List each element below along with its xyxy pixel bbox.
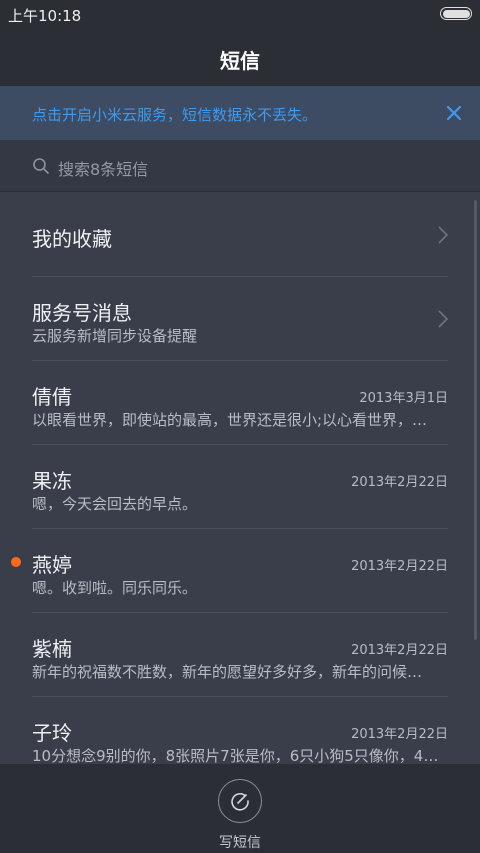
cloud-service-banner[interactable]: 点击开启小米云服务，短信数据永不丢失。 — [0, 86, 480, 140]
search-input[interactable]: 搜索8条短信 — [58, 156, 148, 180]
list-item-name: 子玲 — [32, 721, 72, 745]
list-item-preview: 10分想念9别的你，8张照片7张是你，6只小狗5只像你，4… — [32, 747, 439, 764]
list-item-favorites[interactable]: 我的收藏 — [0, 193, 480, 277]
list-item-date: 2013年3月1日 — [359, 391, 448, 406]
list-item-preview: 嗯，今天会回去的早点。 — [32, 495, 198, 513]
list-item-preview: 嗯。收到啦。同乐同乐。 — [32, 579, 198, 597]
title-bar: 短信 — [0, 28, 480, 86]
list-item-conversation[interactable]: 燕婷 2013年2月22日 嗯。收到啦。同乐同乐。 — [0, 529, 480, 613]
close-icon[interactable] — [440, 99, 468, 127]
list-item-date: 2013年2月22日 — [351, 475, 448, 490]
chevron-right-icon — [438, 226, 449, 244]
compose-icon — [231, 793, 249, 811]
list-item-name: 倩倩 — [32, 385, 72, 409]
scrollbar[interactable] — [474, 200, 477, 640]
compose-label[interactable]: 写短信 — [0, 832, 480, 852]
conversation-list[interactable]: 我的收藏 服务号消息 云服务新增同步设备提醒 倩倩 2013年3月1日 以眼看世… — [0, 193, 480, 764]
list-item-name: 果冻 — [32, 469, 72, 493]
list-item-name: 燕婷 — [32, 553, 72, 577]
list-item-conversation[interactable]: 果冻 2013年2月22日 嗯，今天会回去的早点。 — [0, 445, 480, 529]
list-item-preview: 以眼看世界，即使站的最高，世界还是很小;以心看世界，… — [32, 411, 428, 429]
compose-button[interactable] — [218, 779, 262, 823]
list-item-name: 紫楠 — [32, 637, 72, 661]
banner-text[interactable]: 点击开启小米云服务，短信数据永不丢失。 — [32, 104, 317, 125]
list-item-name: 我的收藏 — [32, 227, 112, 251]
unread-dot — [11, 557, 21, 567]
list-item-service-messages[interactable]: 服务号消息 云服务新增同步设备提醒 — [0, 277, 480, 361]
list-item-conversation[interactable]: 紫楠 2013年2月22日 新年的祝福数不胜数，新年的愿望好多好多，新年的问候… — [0, 613, 480, 697]
list-item-conversation[interactable]: 子玲 2013年2月22日 10分想念9别的你，8张照片7张是你，6只小狗5只像… — [0, 697, 480, 764]
list-item-date: 2013年2月22日 — [351, 643, 448, 658]
chevron-right-icon — [438, 310, 449, 328]
list-item-date: 2013年2月22日 — [351, 727, 448, 742]
status-bar: 上午10:18 — [0, 0, 480, 28]
page-title: 短信 — [220, 49, 260, 73]
list-item-preview: 云服务新增同步设备提醒 — [32, 327, 198, 345]
status-time: 上午10:18 — [8, 7, 82, 25]
list-item-preview: 新年的祝福数不胜数，新年的愿望好多好多，新年的问候… — [32, 663, 423, 681]
list-item-name: 服务号消息 — [32, 301, 132, 325]
list-item-conversation[interactable]: 倩倩 2013年3月1日 以眼看世界，即使站的最高，世界还是很小;以心看世界，… — [0, 361, 480, 445]
bottom-bar: 写短信 — [0, 764, 480, 853]
search-bar[interactable]: 搜索8条短信 — [0, 140, 480, 192]
list-item-date: 2013年2月22日 — [351, 559, 448, 574]
search-icon — [33, 158, 49, 174]
battery-icon — [440, 7, 472, 20]
